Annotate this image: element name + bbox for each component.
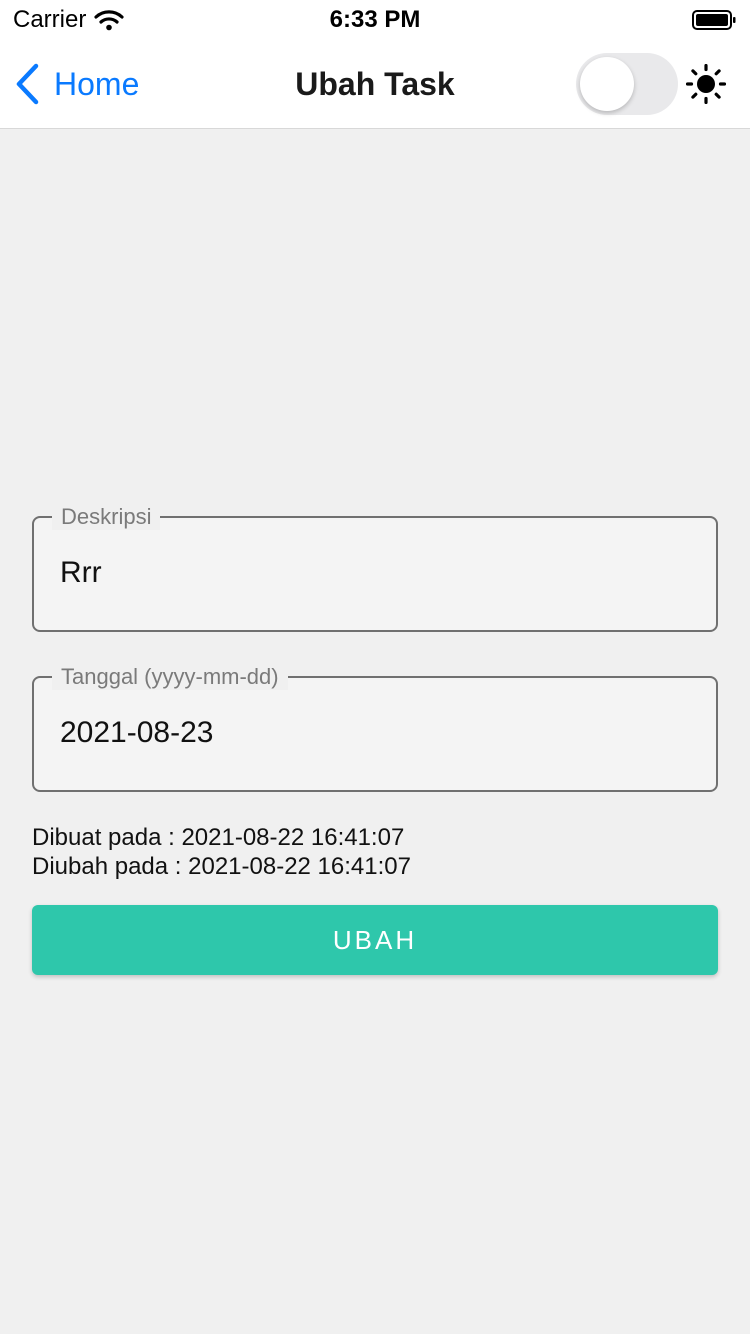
update-button[interactable]: UBAH (32, 905, 718, 975)
status-bar: Carrier 6:33 PM (0, 0, 750, 40)
task-timestamps: Dibuat pada : 2021-08-22 16:41:07 Diubah… (32, 823, 411, 881)
date-label: Tanggal (yyyy-mm-dd) (52, 664, 288, 690)
created-at-text: Dibuat pada : 2021-08-22 16:41:07 (32, 824, 405, 851)
edit-task-form: Deskripsi Tanggal (yyyy-mm-dd) (32, 504, 718, 836)
date-input[interactable] (60, 716, 680, 750)
theme-toggle[interactable] (576, 53, 678, 115)
updated-at-text: Diubah pada : 2021-08-22 16:41:07 (32, 853, 411, 880)
battery-icon (692, 10, 736, 30)
date-field[interactable]: Tanggal (yyyy-mm-dd) (32, 664, 718, 792)
description-field[interactable]: Deskripsi (32, 504, 718, 632)
description-label: Deskripsi (52, 504, 161, 530)
navigation-bar: Home Ubah Task (0, 40, 750, 129)
status-time: 6:33 PM (329, 6, 421, 33)
toggle-knob (580, 57, 634, 111)
description-input[interactable] (60, 556, 680, 590)
sun-icon[interactable] (686, 64, 726, 104)
